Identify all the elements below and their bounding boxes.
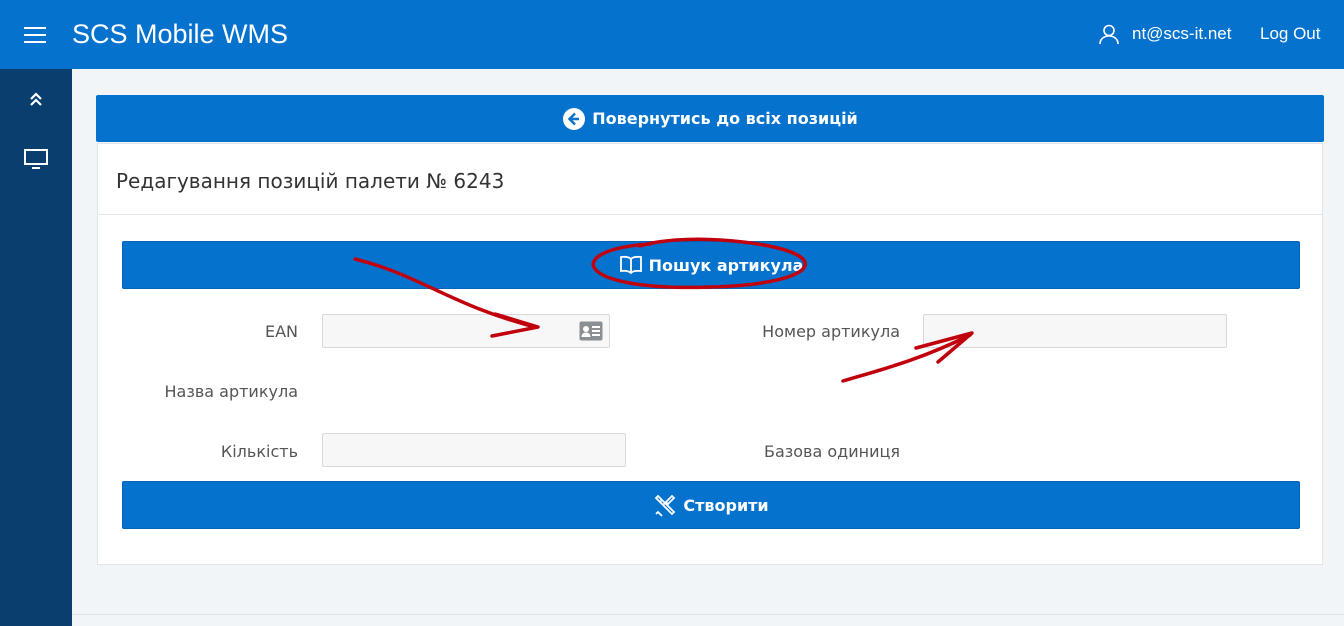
arrow-left-circle-icon bbox=[563, 107, 586, 130]
back-to-positions-button[interactable]: Повернутись до всіх позицій bbox=[96, 95, 1324, 142]
user-menu[interactable]: nt@scs-it.net bbox=[1098, 22, 1231, 46]
card-title: Редагування позицій палети № 6243 bbox=[116, 169, 505, 193]
hamburger-icon[interactable] bbox=[24, 22, 46, 46]
quantity-label: Кількість bbox=[220, 442, 298, 461]
sidebar bbox=[0, 69, 72, 626]
back-button-label: Повернутись до всіх позицій bbox=[592, 109, 858, 128]
monitor-icon[interactable] bbox=[22, 145, 50, 173]
ean-input[interactable] bbox=[323, 315, 609, 347]
article-number-input[interactable] bbox=[924, 315, 1226, 347]
card-divider bbox=[98, 214, 1322, 215]
id-card-icon[interactable] bbox=[579, 321, 603, 341]
article-number-label: Номер артикула bbox=[762, 322, 900, 341]
pencil-ruler-icon bbox=[655, 494, 676, 517]
search-article-button[interactable]: Пошук артикула bbox=[122, 241, 1300, 289]
app-title[interactable]: SCS Mobile WMS bbox=[72, 16, 288, 52]
double-chevron-up-icon[interactable] bbox=[22, 85, 50, 113]
top-bar: SCS Mobile WMS nt@scs-it.net Log Out bbox=[0, 0, 1344, 69]
user-email: nt@scs-it.net bbox=[1132, 24, 1232, 43]
user-icon bbox=[1099, 24, 1119, 45]
quantity-field-wrapper bbox=[322, 433, 626, 467]
logout-link[interactable]: Log Out bbox=[1260, 22, 1321, 46]
quantity-input[interactable] bbox=[323, 434, 625, 466]
search-button-label: Пошук артикула bbox=[648, 255, 804, 275]
create-button-label: Створити bbox=[683, 495, 769, 515]
base-unit-label: Базова одиниця bbox=[763, 442, 900, 461]
article-number-field-wrapper bbox=[923, 314, 1227, 348]
book-open-icon bbox=[619, 255, 642, 275]
footer-divider bbox=[72, 614, 1344, 615]
ean-label: EAN bbox=[264, 322, 298, 341]
create-button[interactable]: Створити bbox=[122, 481, 1300, 529]
ean-field-wrapper bbox=[322, 314, 610, 348]
article-name-label: Назва артикула bbox=[164, 382, 298, 401]
